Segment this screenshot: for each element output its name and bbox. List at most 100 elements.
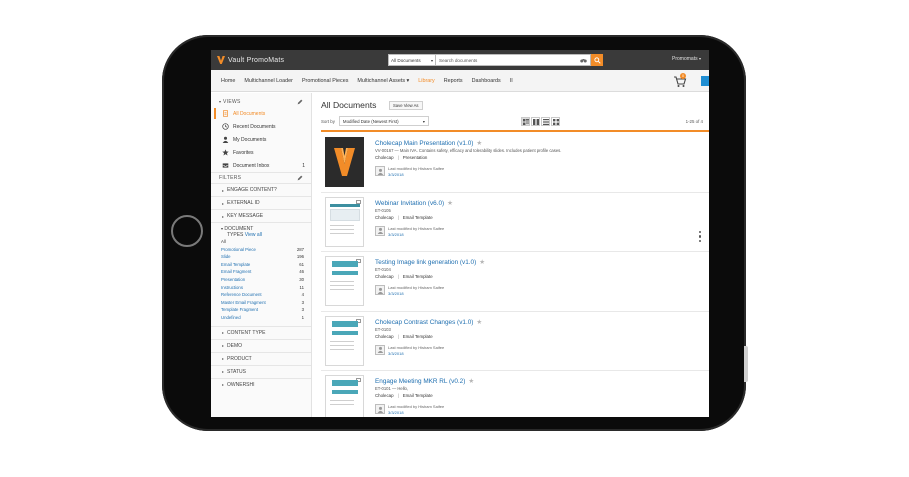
user-icon [377, 168, 383, 175]
nav-item-dashboards[interactable]: Dashboards [472, 78, 501, 84]
document-product: Cholecap [375, 274, 394, 279]
menu-dot [699, 235, 702, 238]
document-thumbnail[interactable] [325, 256, 364, 306]
doctype-view-all-link[interactable]: View all [245, 232, 262, 238]
doctype-option-label: All [221, 239, 226, 244]
favorite-star-icon[interactable]: ★ [476, 140, 482, 147]
doctype-option[interactable]: Reference Document 4 [221, 291, 311, 299]
doctype-option[interactable]: Slide 196 [221, 253, 311, 261]
nav-item-library[interactable]: Library [418, 78, 434, 84]
create-button[interactable] [701, 76, 709, 86]
doctype-option[interactable]: Master Email Fragment 3 [221, 299, 311, 307]
binoculars-icon[interactable] [580, 58, 587, 63]
view-document-inbox[interactable]: Document Inbox 1 [211, 159, 311, 172]
document-title: Webinar Invitation (v6.0) [375, 199, 445, 207]
document-meta: Cholecap | Presentation [375, 155, 427, 160]
chevron-down-icon: ▾ [430, 57, 433, 63]
filter-demo[interactable]: ▸ DEMO [211, 338, 311, 352]
doctype-option-count: 61 [299, 261, 304, 267]
favorite-star-icon[interactable]: ★ [476, 319, 482, 326]
doctype-option[interactable]: Undefined 1 [221, 314, 311, 322]
app-logo[interactable]: Vault PromoMats [217, 56, 284, 64]
thumbnail-line [330, 348, 354, 350]
document-thumbnail[interactable] [325, 196, 364, 247]
modified-date[interactable]: 3/3/2018 [388, 291, 444, 297]
views-header[interactable]: ▾ VIEWS [211, 96, 311, 107]
search-button[interactable] [591, 54, 603, 66]
document-title-link[interactable]: Testing Image link generation (v1.0) ★ [375, 258, 485, 266]
veeva-logo-icon [334, 148, 355, 176]
view-all-documents[interactable]: All Documents [211, 107, 311, 120]
grid-view-button[interactable] [551, 117, 560, 126]
meta-separator: | [397, 155, 399, 160]
document-row[interactable]: Testing Image link generation (v1.0) ★ ET… [321, 252, 709, 312]
search-input[interactable]: Search documents [436, 54, 591, 66]
filter-engage-content[interactable]: ▸ ENGAGE CONTENT? [211, 183, 311, 196]
document-title-link[interactable]: Cholecap Main Presentation (v1.0) ★ [375, 139, 482, 147]
document-product: Cholecap [375, 393, 394, 398]
document-product: Cholecap [375, 333, 394, 339]
view-favorites[interactable]: Favorites [211, 146, 311, 159]
sort-select[interactable]: Modified Date (Newest First) ▾ [338, 116, 429, 126]
search-scope-select[interactable]: All Documents ▾ [388, 54, 436, 66]
pencil-icon[interactable] [297, 175, 303, 181]
save-view-as-button[interactable]: Save View As [389, 101, 423, 110]
modified-date[interactable]: 3/3/2018 [388, 232, 444, 238]
detail-view-button[interactable] [521, 117, 530, 126]
document-thumbnail[interactable] [325, 375, 364, 417]
document-thumbnail[interactable] [325, 137, 364, 187]
list-icon [542, 118, 549, 125]
column-view-button[interactable] [531, 117, 540, 126]
filter-product[interactable]: ▸ PRODUCT [211, 351, 311, 365]
nav-item-promotional-pieces[interactable]: Promotional Pieces [302, 78, 348, 84]
last-modified: Last modified by Hisham Saifee 3/3/2018 [375, 404, 444, 416]
row-actions-menu[interactable] [699, 230, 703, 243]
favorite-star-icon[interactable]: ★ [479, 259, 485, 266]
view-recent-documents[interactable]: Recent Documents [211, 120, 311, 133]
document-product: Cholecap [375, 155, 394, 160]
filter-content-type[interactable]: ▸ CONTENT TYPE [211, 325, 311, 339]
inbox-count: 1 [302, 162, 305, 169]
doctype-option[interactable]: Instructions 11 [221, 284, 311, 292]
filter-status[interactable]: ▸ STATUS [211, 364, 311, 378]
nav-item-home[interactable]: Home [221, 78, 235, 84]
modified-date[interactable]: 3/3/2018 [388, 172, 444, 178]
nav-item-reports[interactable]: Reports [444, 78, 463, 84]
favorite-star-icon[interactable]: ★ [447, 200, 453, 207]
document-title-link[interactable]: Webinar Invitation (v6.0) ★ [375, 199, 453, 207]
thumbnail-line [330, 340, 354, 342]
doctype-option[interactable]: Promotional Piece 287 [221, 246, 311, 254]
document-list: Cholecap Main Presentation (v1.0) ★ VV-00… [321, 133, 709, 417]
document-row[interactable]: Engage Meeting MKR RL (v0.2) ★ ET-0101 — … [321, 371, 709, 417]
nav-item-multichannel-loader[interactable]: Multichannel Loader [244, 78, 293, 84]
doctype-option[interactable]: Presentation 30 [221, 276, 311, 284]
view-my-documents[interactable]: My Documents [211, 133, 311, 146]
nav-item-more[interactable]: II [510, 78, 513, 84]
thumbnail-block [330, 208, 360, 221]
document-row[interactable]: Webinar Invitation (v6.0) ★ ET-0105 Chole… [321, 193, 709, 252]
modified-date[interactable]: 3/3/2018 [388, 351, 444, 357]
filter-key-message[interactable]: ▸ KEY MESSAGE [211, 209, 311, 222]
document-row[interactable]: Cholecap Contrast Changes (v1.0) ★ ET-010… [321, 312, 709, 371]
user-menu[interactable]: Promomats ▾ [672, 56, 701, 62]
chevron-right-icon: ▸ [222, 369, 225, 375]
modified-date[interactable]: 3/3/2018 [388, 410, 444, 416]
document-row[interactable]: Cholecap Main Presentation (v1.0) ★ VV-00… [321, 133, 709, 193]
doctype-option-all[interactable]: All [221, 238, 311, 246]
document-title-link[interactable]: Cholecap Contrast Changes (v1.0) ★ [375, 318, 482, 326]
doctype-option[interactable]: Template Fragment 3 [221, 306, 311, 314]
filter-ownership[interactable]: ▸ OWNERSHI [211, 377, 311, 391]
list-view-button[interactable] [541, 117, 550, 126]
avatar [375, 285, 385, 295]
filter-external-id[interactable]: ▸ EXTERNAL ID [211, 196, 311, 209]
favorite-star-icon[interactable]: ★ [468, 378, 474, 385]
view-label: All Documents [233, 110, 266, 117]
pencil-icon[interactable] [297, 99, 303, 105]
document-title-link[interactable]: Engage Meeting MKR RL (v0.2) ★ [375, 377, 474, 385]
nav-item-multichannel-assets[interactable]: Multichannel Assets ▾ [357, 78, 409, 84]
document-thumbnail[interactable] [325, 315, 364, 366]
doctype-option[interactable]: Email Fragment 46 [221, 268, 311, 276]
doctype-option-label: Undefined [221, 314, 241, 320]
menu-dot [699, 240, 702, 243]
doctype-option[interactable]: Email Template 61 [221, 261, 311, 269]
